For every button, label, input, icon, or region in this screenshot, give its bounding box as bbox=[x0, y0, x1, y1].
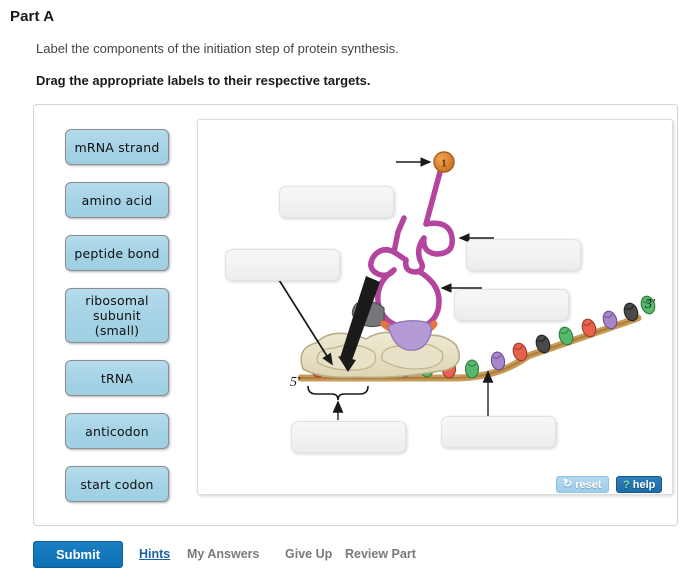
drag-label-trna[interactable]: tRNA bbox=[65, 360, 169, 396]
drop-target-start-codon[interactable] bbox=[291, 421, 406, 453]
three-prime-label: 3′ bbox=[644, 297, 656, 312]
instruction-text: Label the components of the initiation s… bbox=[36, 41, 399, 56]
help-button[interactable]: ? help bbox=[616, 476, 663, 493]
footer-link-review-part[interactable]: Review Part bbox=[345, 547, 416, 561]
footer-link-my-answers[interactable]: My Answers bbox=[187, 547, 259, 561]
anticodon-region-art bbox=[351, 300, 438, 351]
footer-bar: Submit Hints My Answers Give Up Review P… bbox=[0, 538, 689, 578]
diagram-canvas: 1 5′ 3′ bbox=[197, 119, 673, 495]
refresh-icon: ↻ bbox=[563, 478, 573, 490]
amino-acid-sphere-art: 1 bbox=[433, 151, 455, 173]
reset-button-label: reset bbox=[575, 478, 602, 491]
ribosomal-subunit-small-art bbox=[300, 331, 461, 379]
protein-synthesis-illustration: 1 5′ 3′ bbox=[273, 151, 656, 420]
drop-target-anticodon[interactable] bbox=[454, 289, 569, 321]
question-mark-icon: ? bbox=[623, 478, 630, 491]
submit-button[interactable]: Submit bbox=[33, 541, 123, 568]
drag-label-peptide-bond[interactable]: peptide bond bbox=[65, 235, 169, 271]
drag-label-anticodon[interactable]: anticodon bbox=[65, 413, 169, 449]
drop-target-mrna-strand[interactable] bbox=[441, 416, 556, 448]
help-button-label: help bbox=[632, 478, 656, 491]
drag-label-start-codon[interactable]: start codon bbox=[65, 466, 169, 502]
label-bank: mRNA strand amino acid peptide bond ribo… bbox=[65, 129, 173, 519]
drop-target-ribosomal-subunit[interactable] bbox=[225, 249, 340, 281]
drag-label-amino-acid[interactable]: amino acid bbox=[65, 182, 169, 218]
mrna-strand-art bbox=[297, 314, 642, 382]
five-prime-label: 5′ bbox=[290, 375, 301, 390]
page-title: Part A bbox=[10, 8, 55, 25]
drop-target-trna[interactable] bbox=[466, 239, 581, 271]
footer-link-hints[interactable]: Hints bbox=[139, 547, 170, 561]
start-codon-bracket bbox=[307, 385, 369, 401]
directive-text: Drag the appropriate labels to their res… bbox=[36, 73, 371, 88]
amino-acid-number: 1 bbox=[442, 159, 447, 170]
drag-label-mrna-strand[interactable]: mRNA strand bbox=[65, 129, 169, 165]
drop-target-amino-acid[interactable] bbox=[279, 186, 394, 218]
drag-label-ribosomal-subunit-small[interactable]: ribosomal subunit (small) bbox=[65, 288, 169, 343]
footer-link-give-up[interactable]: Give Up bbox=[285, 547, 332, 561]
answer-panel: mRNA strand amino acid peptide bond ribo… bbox=[33, 104, 678, 526]
reset-button[interactable]: ↻ reset bbox=[556, 476, 609, 493]
